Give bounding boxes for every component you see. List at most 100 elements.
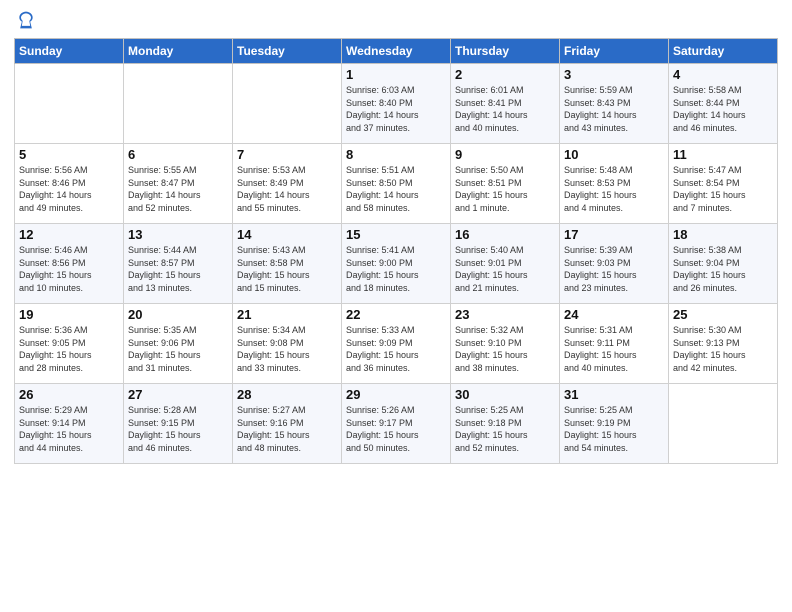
day-number: 5 bbox=[19, 147, 119, 162]
logo-bird-icon bbox=[16, 10, 36, 30]
day-number: 25 bbox=[673, 307, 773, 322]
calendar-table: SundayMondayTuesdayWednesdayThursdayFrid… bbox=[14, 38, 778, 464]
day-info: Sunrise: 5:41 AM Sunset: 9:00 PM Dayligh… bbox=[346, 244, 446, 294]
day-info: Sunrise: 5:46 AM Sunset: 8:56 PM Dayligh… bbox=[19, 244, 119, 294]
day-info: Sunrise: 5:26 AM Sunset: 9:17 PM Dayligh… bbox=[346, 404, 446, 454]
day-info: Sunrise: 5:36 AM Sunset: 9:05 PM Dayligh… bbox=[19, 324, 119, 374]
day-number: 8 bbox=[346, 147, 446, 162]
day-number: 30 bbox=[455, 387, 555, 402]
calendar-week-row: 19 Sunrise: 5:36 AM Sunset: 9:05 PM Dayli… bbox=[15, 304, 778, 384]
day-number: 27 bbox=[128, 387, 228, 402]
calendar-cell: 9 Sunrise: 5:50 AM Sunset: 8:51 PM Daylig… bbox=[451, 144, 560, 224]
day-number: 29 bbox=[346, 387, 446, 402]
calendar-cell: 4 Sunrise: 5:58 AM Sunset: 8:44 PM Daylig… bbox=[669, 64, 778, 144]
calendar-cell: 20 Sunrise: 5:35 AM Sunset: 9:06 PM Dayli… bbox=[124, 304, 233, 384]
day-number: 26 bbox=[19, 387, 119, 402]
day-number: 15 bbox=[346, 227, 446, 242]
day-info: Sunrise: 5:58 AM Sunset: 8:44 PM Dayligh… bbox=[673, 84, 773, 134]
calendar-cell: 29 Sunrise: 5:26 AM Sunset: 9:17 PM Dayli… bbox=[342, 384, 451, 464]
calendar-cell: 14Sunrise: 5:43 AM Sunset: 8:58 PM Dayli… bbox=[233, 224, 342, 304]
day-number: 9 bbox=[455, 147, 555, 162]
day-info: Sunrise: 5:29 AM Sunset: 9:14 PM Dayligh… bbox=[19, 404, 119, 454]
day-number: 11 bbox=[673, 147, 773, 162]
calendar-cell: 31 Sunrise: 5:25 AM Sunset: 9:19 PM Dayli… bbox=[560, 384, 669, 464]
calendar-cell: 10 Sunrise: 5:48 AM Sunset: 8:53 PM Dayli… bbox=[560, 144, 669, 224]
day-number: 16 bbox=[455, 227, 555, 242]
day-number: 4 bbox=[673, 67, 773, 82]
day-number: 20 bbox=[128, 307, 228, 322]
day-number: 19 bbox=[19, 307, 119, 322]
day-info: Sunrise: 5:47 AM Sunset: 8:54 PM Dayligh… bbox=[673, 164, 773, 214]
day-number: 2 bbox=[455, 67, 555, 82]
day-header-saturday: Saturday bbox=[669, 39, 778, 64]
day-info: Sunrise: 5:35 AM Sunset: 9:06 PM Dayligh… bbox=[128, 324, 228, 374]
day-info: Sunrise: 5:51 AM Sunset: 8:50 PM Dayligh… bbox=[346, 164, 446, 214]
day-number: 28 bbox=[237, 387, 337, 402]
day-info: Sunrise: 5:28 AM Sunset: 9:15 PM Dayligh… bbox=[128, 404, 228, 454]
day-number: 21 bbox=[237, 307, 337, 322]
day-info: Sunrise: 6:01 AM Sunset: 8:41 PM Dayligh… bbox=[455, 84, 555, 134]
header bbox=[14, 10, 778, 30]
calendar-cell: 19 Sunrise: 5:36 AM Sunset: 9:05 PM Dayli… bbox=[15, 304, 124, 384]
day-number: 6 bbox=[128, 147, 228, 162]
day-info: Sunrise: 5:25 AM Sunset: 9:19 PM Dayligh… bbox=[564, 404, 664, 454]
day-header-tuesday: Tuesday bbox=[233, 39, 342, 64]
day-info: Sunrise: 5:34 AM Sunset: 9:08 PM Dayligh… bbox=[237, 324, 337, 374]
day-info: Sunrise: 5:44 AM Sunset: 8:57 PM Dayligh… bbox=[128, 244, 228, 294]
day-header-sunday: Sunday bbox=[15, 39, 124, 64]
calendar-cell: 11 Sunrise: 5:47 AM Sunset: 8:54 PM Dayli… bbox=[669, 144, 778, 224]
day-number: 14 bbox=[237, 227, 337, 242]
calendar-cell: 1Sunrise: 6:03 AM Sunset: 8:40 PM Daylig… bbox=[342, 64, 451, 144]
calendar-week-row: 12 Sunrise: 5:46 AM Sunset: 8:56 PM Dayli… bbox=[15, 224, 778, 304]
day-number: 3 bbox=[564, 67, 664, 82]
calendar-cell: 28 Sunrise: 5:27 AM Sunset: 9:16 PM Dayli… bbox=[233, 384, 342, 464]
day-info: Sunrise: 5:59 AM Sunset: 8:43 PM Dayligh… bbox=[564, 84, 664, 134]
calendar-cell: 27 Sunrise: 5:28 AM Sunset: 9:15 PM Dayli… bbox=[124, 384, 233, 464]
calendar-cell: 21 Sunrise: 5:34 AM Sunset: 9:08 PM Dayli… bbox=[233, 304, 342, 384]
calendar-cell: 24Sunrise: 5:31 AM Sunset: 9:11 PM Dayli… bbox=[560, 304, 669, 384]
day-number: 22 bbox=[346, 307, 446, 322]
calendar-cell: 7Sunrise: 5:53 AM Sunset: 8:49 PM Daylig… bbox=[233, 144, 342, 224]
days-header-row: SundayMondayTuesdayWednesdayThursdayFrid… bbox=[15, 39, 778, 64]
day-info: Sunrise: 5:40 AM Sunset: 9:01 PM Dayligh… bbox=[455, 244, 555, 294]
day-info: Sunrise: 5:33 AM Sunset: 9:09 PM Dayligh… bbox=[346, 324, 446, 374]
calendar-cell: 3 Sunrise: 5:59 AM Sunset: 8:43 PM Daylig… bbox=[560, 64, 669, 144]
day-number: 10 bbox=[564, 147, 664, 162]
day-header-monday: Monday bbox=[124, 39, 233, 64]
calendar-cell: 26 Sunrise: 5:29 AM Sunset: 9:14 PM Dayli… bbox=[15, 384, 124, 464]
calendar-cell: 22 Sunrise: 5:33 AM Sunset: 9:09 PM Dayli… bbox=[342, 304, 451, 384]
day-number: 18 bbox=[673, 227, 773, 242]
calendar-week-row: 26 Sunrise: 5:29 AM Sunset: 9:14 PM Dayli… bbox=[15, 384, 778, 464]
day-number: 31 bbox=[564, 387, 664, 402]
calendar-cell: 25 Sunrise: 5:30 AM Sunset: 9:13 PM Dayli… bbox=[669, 304, 778, 384]
day-info: Sunrise: 5:56 AM Sunset: 8:46 PM Dayligh… bbox=[19, 164, 119, 214]
day-number: 23 bbox=[455, 307, 555, 322]
day-number: 7 bbox=[237, 147, 337, 162]
day-info: Sunrise: 5:25 AM Sunset: 9:18 PM Dayligh… bbox=[455, 404, 555, 454]
calendar-cell: 23Sunrise: 5:32 AM Sunset: 9:10 PM Dayli… bbox=[451, 304, 560, 384]
calendar-cell bbox=[15, 64, 124, 144]
calendar-cell: 30 Sunrise: 5:25 AM Sunset: 9:18 PM Dayli… bbox=[451, 384, 560, 464]
calendar-cell: 15 Sunrise: 5:41 AM Sunset: 9:00 PM Dayli… bbox=[342, 224, 451, 304]
logo bbox=[14, 10, 36, 30]
calendar-cell bbox=[124, 64, 233, 144]
day-header-friday: Friday bbox=[560, 39, 669, 64]
day-info: Sunrise: 5:27 AM Sunset: 9:16 PM Dayligh… bbox=[237, 404, 337, 454]
calendar-cell: 16 Sunrise: 5:40 AM Sunset: 9:01 PM Dayli… bbox=[451, 224, 560, 304]
day-info: Sunrise: 5:48 AM Sunset: 8:53 PM Dayligh… bbox=[564, 164, 664, 214]
page-container: SundayMondayTuesdayWednesdayThursdayFrid… bbox=[0, 0, 792, 472]
calendar-cell: 6Sunrise: 5:55 AM Sunset: 8:47 PM Daylig… bbox=[124, 144, 233, 224]
day-info: Sunrise: 5:38 AM Sunset: 9:04 PM Dayligh… bbox=[673, 244, 773, 294]
calendar-cell bbox=[233, 64, 342, 144]
calendar-cell: 13 Sunrise: 5:44 AM Sunset: 8:57 PM Dayli… bbox=[124, 224, 233, 304]
calendar-week-row: 1Sunrise: 6:03 AM Sunset: 8:40 PM Daylig… bbox=[15, 64, 778, 144]
day-header-thursday: Thursday bbox=[451, 39, 560, 64]
calendar-week-row: 5 Sunrise: 5:56 AM Sunset: 8:46 PM Daylig… bbox=[15, 144, 778, 224]
day-info: Sunrise: 5:30 AM Sunset: 9:13 PM Dayligh… bbox=[673, 324, 773, 374]
day-number: 12 bbox=[19, 227, 119, 242]
day-info: Sunrise: 5:50 AM Sunset: 8:51 PM Dayligh… bbox=[455, 164, 555, 214]
day-number: 24 bbox=[564, 307, 664, 322]
day-number: 13 bbox=[128, 227, 228, 242]
calendar-cell: 5 Sunrise: 5:56 AM Sunset: 8:46 PM Daylig… bbox=[15, 144, 124, 224]
calendar-cell: 2 Sunrise: 6:01 AM Sunset: 8:41 PM Daylig… bbox=[451, 64, 560, 144]
